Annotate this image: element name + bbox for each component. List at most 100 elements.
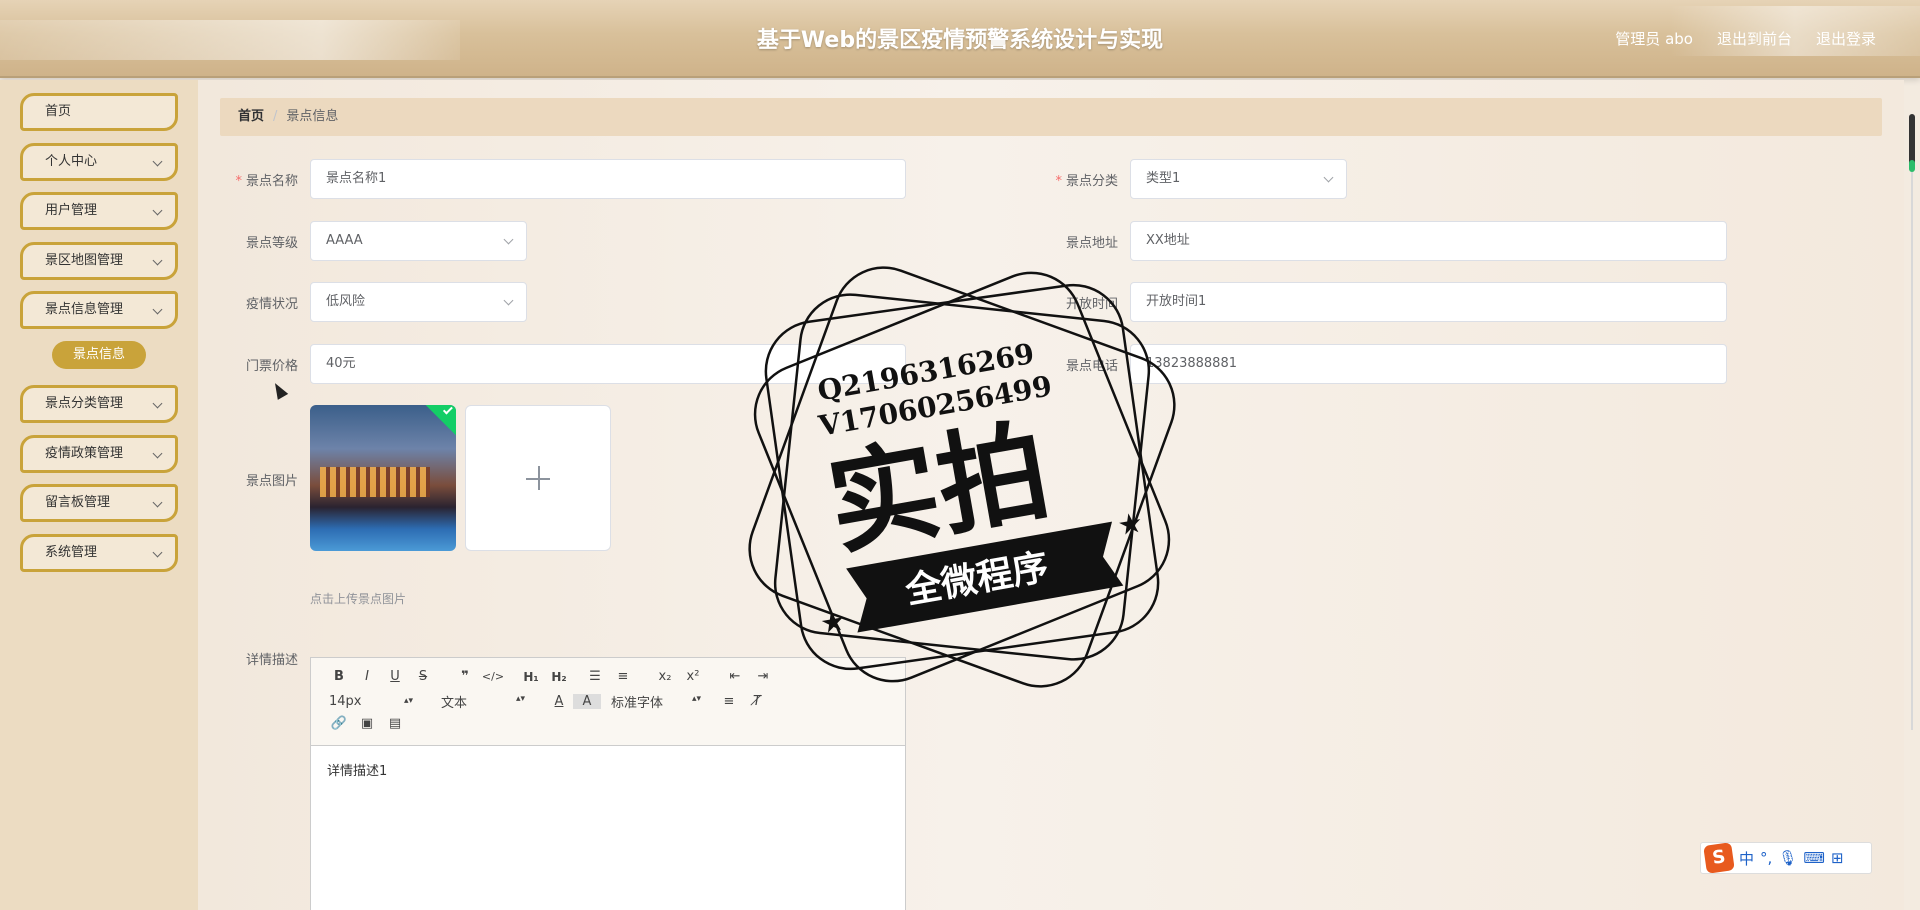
updown-icon: ▴▾ bbox=[691, 694, 701, 704]
spot-level-label: 景点等级 bbox=[245, 236, 298, 251]
sidebar-item-spot-info-management[interactable]: 景点信息管理 bbox=[20, 291, 178, 329]
updown-icon: ▴▾ bbox=[515, 694, 525, 704]
top-header: 基于Web的景区疫情预警系统设计与实现 管理员 abo 退出到前台 退出登录 bbox=[0, 0, 1920, 78]
spot-name-input[interactable]: 景点名称1 bbox=[310, 159, 906, 199]
sidebar-item-label: 景区地图管理 bbox=[45, 253, 124, 268]
editor-content[interactable]: 详情描述1 bbox=[311, 746, 905, 793]
code-block-icon[interactable]: </> bbox=[479, 670, 507, 683]
chevron-down-icon bbox=[152, 304, 163, 315]
align-icon[interactable]: ≡ bbox=[715, 694, 743, 709]
heading2-icon[interactable]: H₂ bbox=[545, 670, 573, 684]
bold-icon[interactable]: B bbox=[325, 669, 353, 684]
sidebar-item-label: 用户管理 bbox=[45, 203, 98, 218]
background-color-icon[interactable]: A bbox=[573, 694, 601, 709]
spot-name-label: * 景点名称 bbox=[208, 170, 298, 189]
paragraph-select[interactable]: 文本 ▴▾ bbox=[441, 692, 525, 711]
scrollbar-track bbox=[1911, 170, 1913, 730]
underline-icon[interactable]: U bbox=[381, 669, 409, 684]
superscript-icon[interactable]: x² bbox=[679, 669, 707, 684]
clear-format-icon[interactable]: T̸ bbox=[743, 694, 771, 709]
image-icon[interactable]: ▣ bbox=[353, 716, 381, 731]
breadcrumb-home[interactable]: 首页 bbox=[238, 109, 264, 124]
paragraph-value: 文本 bbox=[441, 696, 468, 711]
ime-punctuation[interactable]: °, bbox=[1760, 849, 1772, 867]
spot-phone-label: 景点电话 bbox=[1065, 359, 1118, 374]
spot-name-label-text: 景点名称 bbox=[245, 174, 298, 189]
chevron-down-icon bbox=[1323, 172, 1334, 183]
sidebar-item-epidemic-policy-management[interactable]: 疫情政策管理 bbox=[20, 435, 178, 473]
chevron-down-icon bbox=[152, 156, 163, 167]
chevron-down-icon bbox=[152, 255, 163, 266]
epidemic-status-label: 疫情状况 bbox=[245, 297, 298, 312]
strike-icon[interactable]: S bbox=[409, 669, 437, 684]
font-size-value: 14px bbox=[329, 694, 362, 709]
chevron-down-icon bbox=[152, 547, 163, 558]
spot-phone-input[interactable]: 13823888881 bbox=[1130, 344, 1727, 384]
chevron-down-icon bbox=[152, 398, 163, 409]
bullet-list-icon[interactable]: ≡ bbox=[609, 669, 637, 684]
page-scrollbar[interactable] bbox=[1904, 110, 1920, 730]
spot-address-input[interactable]: XX地址 bbox=[1130, 221, 1727, 261]
font-family-value: 标准字体 bbox=[611, 696, 664, 711]
required-mark: * bbox=[235, 174, 242, 189]
sidebar-item-scenic-map-management[interactable]: 景区地图管理 bbox=[20, 242, 178, 280]
heading1-icon[interactable]: H₁ bbox=[517, 670, 545, 684]
subscript-icon[interactable]: x₂ bbox=[651, 669, 679, 684]
video-icon[interactable]: ▤ bbox=[381, 716, 409, 731]
editor-toolbar: B I U S ❞ </> H₁ H₂ ☰ ≡ x₂ x² ⇤ ⇥ 14px ▴▾… bbox=[311, 658, 905, 746]
spot-address-label: 景点地址 bbox=[1065, 236, 1118, 251]
sidebar-item-label: 首页 bbox=[45, 104, 72, 119]
blockquote-icon[interactable]: ❞ bbox=[451, 669, 479, 684]
breadcrumb-separator: / bbox=[273, 109, 278, 124]
breadcrumb: 首页 / 景点信息 bbox=[220, 98, 1882, 136]
italic-icon[interactable]: I bbox=[353, 669, 381, 684]
updown-icon: ▴▾ bbox=[403, 696, 413, 706]
spot-image-label: 景点图片 bbox=[245, 474, 298, 489]
ticket-price-input[interactable]: 40元 bbox=[310, 344, 906, 384]
toolbar-row-2: 14px ▴▾ 文本 ▴▾ A A 标准字体 ▴▾ ≡ T̸ bbox=[325, 692, 771, 711]
sidebar-item-personal-center[interactable]: 个人中心 bbox=[20, 143, 178, 181]
uploaded-spot-image[interactable] bbox=[310, 405, 456, 551]
upload-add-button[interactable] bbox=[465, 405, 611, 551]
sidebar-subitem-spot-info[interactable]: 景点信息 bbox=[52, 341, 146, 369]
chevron-down-icon bbox=[152, 205, 163, 216]
indent-icon[interactable]: ⇥ bbox=[749, 669, 777, 684]
sidebar-item-label: 系统管理 bbox=[45, 545, 98, 560]
outdent-icon[interactable]: ⇤ bbox=[721, 669, 749, 684]
chevron-down-icon bbox=[503, 234, 514, 245]
font-size-select[interactable]: 14px ▴▾ bbox=[329, 694, 413, 709]
logout-link[interactable]: 退出登录 bbox=[1816, 28, 1876, 49]
toolbar-row-1: B I U S ❞ </> H₁ H₂ ☰ ≡ x₂ x² ⇤ ⇥ bbox=[325, 669, 777, 684]
microphone-icon[interactable]: 🎙 bbox=[1778, 849, 1797, 867]
epidemic-status-value: 低风险 bbox=[326, 294, 366, 309]
ordered-list-icon[interactable]: ☰ bbox=[581, 669, 609, 684]
spot-level-value: AAAA bbox=[326, 233, 363, 248]
chevron-down-icon bbox=[503, 295, 514, 306]
link-icon[interactable]: 🔗 bbox=[325, 716, 353, 731]
spot-category-value: 类型1 bbox=[1146, 171, 1181, 186]
sidebar-item-label: 留言板管理 bbox=[45, 495, 111, 510]
sidebar-item-home[interactable]: 首页 bbox=[20, 93, 178, 131]
keyboard-icon[interactable]: ⌨ bbox=[1803, 849, 1825, 867]
font-color-icon[interactable]: A bbox=[545, 694, 573, 709]
opening-time-input[interactable]: 开放时间1 bbox=[1130, 282, 1727, 322]
spot-category-select[interactable]: 类型1 bbox=[1130, 159, 1347, 199]
ime-toolbar[interactable]: S 中 °, 🎙 ⌨ ⊞ bbox=[1700, 842, 1872, 874]
ticket-price-label: 门票价格 bbox=[245, 359, 298, 374]
upload-tip: 点击上传景点图片 bbox=[310, 592, 407, 606]
toolbox-icon[interactable]: ⊞ bbox=[1831, 849, 1844, 867]
sidebar-item-user-management[interactable]: 用户管理 bbox=[20, 192, 178, 230]
font-family-select[interactable]: 标准字体 ▴▾ bbox=[611, 692, 701, 711]
spot-level-select[interactable]: AAAA bbox=[310, 221, 527, 261]
ime-language[interactable]: 中 bbox=[1739, 848, 1754, 869]
sidebar-item-spot-category-management[interactable]: 景点分类管理 bbox=[20, 385, 178, 423]
epidemic-status-select[interactable]: 低风险 bbox=[310, 282, 527, 322]
sogou-logo-icon: S bbox=[1703, 842, 1735, 874]
admin-username: 管理员 abo bbox=[1615, 30, 1693, 48]
opening-time-label: 开放时间 bbox=[1065, 297, 1118, 312]
sidebar-item-system-management[interactable]: 系统管理 bbox=[20, 534, 178, 572]
exit-to-front-link[interactable]: 退出到前台 bbox=[1717, 28, 1792, 49]
sidebar-item-message-board-management[interactable]: 留言板管理 bbox=[20, 484, 178, 522]
check-icon bbox=[442, 405, 453, 415]
toolbar-row-3: 🔗 ▣ ▤ bbox=[325, 716, 409, 731]
